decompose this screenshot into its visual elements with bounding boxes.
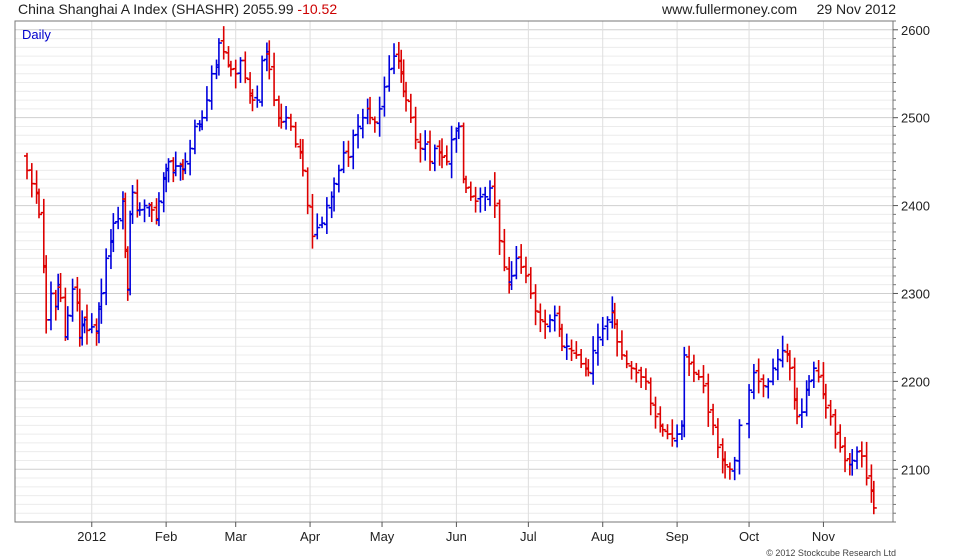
price-bar xyxy=(546,314,553,333)
gridlines xyxy=(15,20,893,523)
x-tick-label: Jun xyxy=(446,529,467,544)
x-tick-label: Oct xyxy=(739,529,760,544)
x-tick-label: Jul xyxy=(520,529,537,544)
price-bar xyxy=(594,323,601,366)
price-bar xyxy=(23,152,30,180)
x-tick-label: May xyxy=(370,529,395,544)
price-bar xyxy=(371,116,378,133)
price-bar xyxy=(47,281,54,331)
price-bar xyxy=(695,369,702,381)
price-bar xyxy=(760,374,767,398)
x-tick-label: Apr xyxy=(300,529,321,544)
price-bar xyxy=(314,213,321,240)
price-bar xyxy=(837,424,844,453)
x-axis: 2012 Feb Mar Apr May Jun Jul Aug Sep Oct Nov xyxy=(77,522,835,544)
price-bar xyxy=(568,339,575,362)
price-bar xyxy=(798,398,805,428)
y-tick-label: 2500 xyxy=(901,111,930,126)
y-axis: 2100 2200 2300 2400 2500 2600 xyxy=(893,20,930,523)
price-bar xyxy=(827,400,834,426)
price-bar xyxy=(115,206,122,230)
price-bar xyxy=(842,436,849,473)
y-tick-label: 2100 xyxy=(901,462,930,477)
price-bar xyxy=(674,424,681,448)
price-bar xyxy=(513,245,520,280)
price-bar xyxy=(664,424,671,440)
price-bar xyxy=(652,396,659,429)
price-bar xyxy=(340,141,347,174)
price-bar xyxy=(407,93,414,123)
y-tick-label: 2600 xyxy=(901,23,930,38)
timeframe-label: Daily xyxy=(22,27,51,42)
x-tick-label: Aug xyxy=(591,529,614,544)
price-bar xyxy=(854,446,861,470)
price-bar xyxy=(359,108,366,139)
price-bar xyxy=(355,114,362,149)
price-bar xyxy=(462,175,469,194)
x-tick-label: Sep xyxy=(666,529,689,544)
price-bar xyxy=(642,368,649,390)
price-bar xyxy=(578,349,585,369)
price-bar xyxy=(141,199,148,223)
price-bar xyxy=(472,186,479,213)
price-bar xyxy=(345,140,352,167)
x-tick-label: Nov xyxy=(812,529,836,544)
price-bar xyxy=(590,336,597,385)
price-bar xyxy=(690,354,697,383)
price-bar xyxy=(599,316,606,346)
x-tick-label: 2012 xyxy=(77,529,106,544)
price-bar xyxy=(710,403,717,436)
price-bar xyxy=(191,119,198,155)
price-bar xyxy=(700,365,707,394)
price-bar xyxy=(774,349,781,381)
price-bar xyxy=(208,65,215,110)
x-tick-label: Feb xyxy=(155,529,177,544)
price-bar xyxy=(542,309,549,339)
price-bar xyxy=(467,181,474,201)
price-bar xyxy=(551,305,558,332)
price-bar xyxy=(319,216,326,229)
price-bar xyxy=(486,180,493,207)
price-bar xyxy=(532,284,539,326)
price-bar xyxy=(736,419,743,475)
price-bar xyxy=(496,199,503,255)
price-bar xyxy=(477,187,484,213)
price-bar xyxy=(259,55,266,107)
y-tick-label: 2300 xyxy=(901,286,930,301)
y-tick-label: 2200 xyxy=(901,374,930,389)
price-bar xyxy=(537,303,544,333)
price-bar xyxy=(271,52,278,107)
price-bar xyxy=(858,441,865,468)
price-chart: 2100 2200 2300 2400 2500 2600 2012 Feb Mar Apr Ma… xyxy=(14,20,930,544)
price-bar xyxy=(427,130,434,171)
price-bar xyxy=(431,144,438,172)
price-bar xyxy=(647,377,654,416)
plot-frame xyxy=(14,20,894,523)
price-bar xyxy=(443,145,450,166)
price-bar xyxy=(810,361,817,388)
copyright-text: © 2012 Stockcube Research Ltd xyxy=(766,548,896,558)
price-bar xyxy=(501,228,508,272)
price-bar xyxy=(417,133,424,163)
x-tick-label: Mar xyxy=(225,529,248,544)
y-tick-label: 2400 xyxy=(901,199,930,214)
price-bar xyxy=(28,163,35,198)
price-bar xyxy=(287,113,294,131)
price-bar xyxy=(863,441,870,486)
price-bar xyxy=(254,85,261,108)
price-bar xyxy=(686,345,693,377)
price-bar xyxy=(103,248,110,306)
price-bar xyxy=(323,197,330,234)
